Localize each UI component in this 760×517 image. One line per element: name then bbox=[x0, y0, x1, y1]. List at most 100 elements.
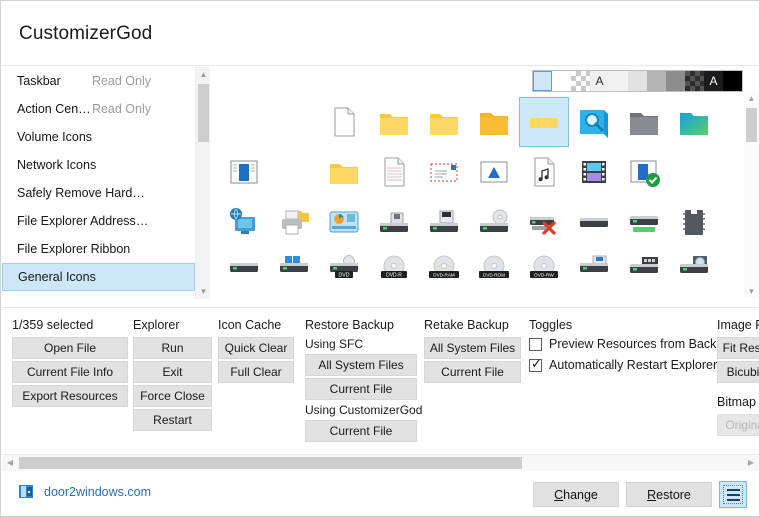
scroll-left-icon[interactable]: ◀ bbox=[2, 455, 18, 471]
restore-sfc-current-file-button[interactable]: Current File bbox=[305, 378, 417, 400]
background-swatch-strip[interactable]: A A bbox=[532, 70, 743, 92]
scrollbar-thumb[interactable] bbox=[19, 457, 522, 469]
sidebar-item-file-explorer-ribbon[interactable]: File Explorer Ribbon bbox=[2, 235, 195, 263]
scrollbar-thumb[interactable] bbox=[746, 108, 757, 142]
swatch-selected-blue[interactable] bbox=[533, 71, 552, 91]
brand-link[interactable]: door2windows.com bbox=[18, 483, 151, 500]
explorer-force-close-button[interactable]: Force Close bbox=[133, 385, 212, 407]
preview-resources-from-backup-row[interactable]: Preview Resources from Backup bbox=[529, 337, 714, 351]
automatically-restart-explorer-checkbox[interactable]: ✓ bbox=[529, 359, 542, 372]
grid-vertical-scrollbar[interactable]: ▲ ▼ bbox=[744, 91, 759, 299]
scroll-up-icon[interactable]: ▲ bbox=[196, 67, 211, 82]
menu-button[interactable] bbox=[719, 481, 747, 508]
scroll-right-icon[interactable]: ▶ bbox=[743, 455, 759, 471]
grid-cell[interactable] bbox=[469, 197, 519, 247]
grid-cell-empty[interactable] bbox=[269, 97, 319, 147]
sidebar-item-action-center-icons[interactable]: Action Center Icons Read Only bbox=[2, 95, 195, 123]
sidebar-item-volume-icons[interactable]: Volume Icons bbox=[2, 123, 195, 151]
swatch-gray-70[interactable] bbox=[647, 71, 666, 91]
swatch-gray-55[interactable] bbox=[666, 71, 685, 91]
grid-cell[interactable]: DVD bbox=[319, 247, 369, 297]
swatch-checker-light[interactable] bbox=[571, 71, 590, 91]
grid-cell-empty[interactable] bbox=[269, 147, 319, 197]
retake-current-file-button[interactable]: Current File bbox=[424, 361, 521, 383]
restore-backup-group: Restore Backup Using SFC All System File… bbox=[305, 318, 417, 444]
grid-cell[interactable] bbox=[569, 197, 619, 247]
grid-cell[interactable] bbox=[469, 97, 519, 147]
scroll-up-icon[interactable]: ▲ bbox=[744, 91, 759, 106]
retake-all-system-files-button[interactable]: All System Files bbox=[424, 337, 521, 359]
grid-cell[interactable] bbox=[619, 97, 669, 147]
grid-cell[interactable] bbox=[569, 97, 619, 147]
grid-cell[interactable]: DVD-ROM bbox=[469, 247, 519, 297]
category-list[interactable]: Taskbar Read Only Action Center Icons Re… bbox=[2, 67, 195, 299]
grid-cell[interactable] bbox=[219, 197, 269, 247]
swatch-gray-88[interactable] bbox=[628, 71, 647, 91]
restore-button[interactable]: Restore bbox=[626, 482, 712, 507]
grid-cell[interactable] bbox=[219, 247, 269, 297]
toolbar-horizontal-scrollbar[interactable]: ◀ ▶ bbox=[2, 454, 759, 471]
scroll-down-icon[interactable]: ▼ bbox=[196, 284, 211, 299]
explorer-run-button[interactable]: Run bbox=[133, 337, 212, 359]
restore-sfc-all-system-files-button[interactable]: All System Files bbox=[305, 354, 417, 376]
sidebar-item-safely-remove-hardware-tray-icon[interactable]: Safely Remove Hardware Tray Icon bbox=[2, 179, 195, 207]
grid-cell[interactable] bbox=[669, 197, 719, 247]
grid-cell[interactable] bbox=[319, 147, 369, 197]
grid-cell[interactable] bbox=[319, 197, 369, 247]
grid-cell[interactable] bbox=[369, 97, 419, 147]
grid-cell[interactable] bbox=[519, 147, 569, 197]
grid-cell-empty[interactable] bbox=[219, 97, 269, 147]
swatch-gray-95[interactable] bbox=[609, 71, 628, 91]
swatch-letter-a-light[interactable]: A bbox=[590, 71, 609, 91]
quick-clear-button[interactable]: Quick Clear bbox=[218, 337, 294, 359]
full-clear-button[interactable]: Full Clear bbox=[218, 361, 294, 383]
grid-cell[interactable] bbox=[269, 247, 319, 297]
grid-cell[interactable] bbox=[219, 147, 269, 197]
grid-cell[interactable] bbox=[569, 247, 619, 297]
scrollbar-thumb[interactable] bbox=[198, 84, 209, 142]
sidebar-item-file-explorer-address-bar[interactable]: File Explorer Address Bar bbox=[2, 207, 195, 235]
explorer-restart-button[interactable]: Restart bbox=[133, 409, 212, 431]
grid-cell[interactable] bbox=[669, 247, 719, 297]
export-resources-button[interactable]: Export Resources bbox=[12, 385, 128, 407]
grid-cell[interactable] bbox=[369, 197, 419, 247]
grid-cell-selected[interactable] bbox=[519, 97, 569, 147]
grid-cell[interactable] bbox=[319, 97, 369, 147]
bitmap-original-button[interactable]: Original bbox=[717, 414, 759, 436]
grid-cell[interactable] bbox=[419, 97, 469, 147]
fit-resize-button[interactable]: Fit Resiz bbox=[717, 337, 759, 359]
grid-cell[interactable] bbox=[369, 147, 419, 197]
swatch-white[interactable] bbox=[552, 71, 571, 91]
swatch-black[interactable] bbox=[723, 71, 742, 91]
automatically-restart-explorer-row[interactable]: ✓ Automatically Restart Explorer bbox=[529, 358, 714, 372]
grid-cell[interactable] bbox=[419, 197, 469, 247]
grid-cell[interactable] bbox=[519, 197, 569, 247]
restore-cg-current-file-button[interactable]: Current File bbox=[305, 420, 417, 442]
grid-cell[interactable]: DVD-R bbox=[369, 247, 419, 297]
swatch-checker-dark[interactable] bbox=[685, 71, 704, 91]
grid-cell[interactable] bbox=[269, 197, 319, 247]
swatch-letter-a-dark[interactable]: A bbox=[704, 71, 723, 91]
current-file-info-button[interactable]: Current File Info bbox=[12, 361, 128, 383]
preview-resources-checkbox[interactable] bbox=[529, 338, 542, 351]
resource-icon-grid[interactable]: DVD DVD-R bbox=[211, 97, 743, 299]
scroll-down-icon[interactable]: ▼ bbox=[744, 284, 759, 299]
grid-cell[interactable] bbox=[669, 97, 719, 147]
sidebar-item-general-icons[interactable]: General Icons bbox=[2, 263, 195, 291]
sidebar-item-taskbar[interactable]: Taskbar Read Only bbox=[2, 67, 195, 95]
grid-cell[interactable] bbox=[469, 147, 519, 197]
explorer-exit-button[interactable]: Exit bbox=[133, 361, 212, 383]
grid-cell[interactable] bbox=[619, 147, 669, 197]
change-button[interactable]: Change bbox=[533, 482, 619, 507]
grid-cell[interactable] bbox=[569, 147, 619, 197]
grid-cell[interactable]: DVD-RW bbox=[519, 247, 569, 297]
grid-cell[interactable] bbox=[419, 147, 469, 197]
grid-cell[interactable] bbox=[619, 247, 669, 297]
grid-cell-empty[interactable] bbox=[669, 147, 719, 197]
grid-cell[interactable] bbox=[619, 197, 669, 247]
bicubic-button[interactable]: Bicubic bbox=[717, 361, 759, 383]
sidebar-item-network-icons[interactable]: Network Icons bbox=[2, 151, 195, 179]
grid-cell[interactable]: DVD-RAM bbox=[419, 247, 469, 297]
open-file-button[interactable]: Open File bbox=[12, 337, 128, 359]
sidebar-vertical-scrollbar[interactable]: ▲ ▼ bbox=[195, 67, 210, 299]
